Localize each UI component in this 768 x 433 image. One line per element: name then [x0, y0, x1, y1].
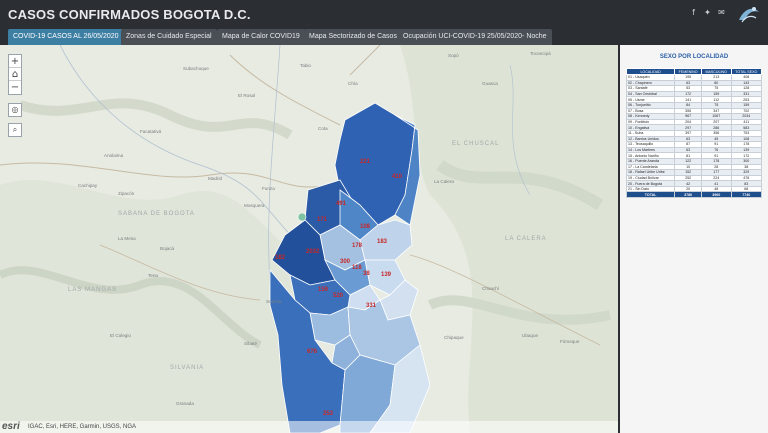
cases-by-sex-table: LOCALIDAD FEMENINO MASCULINO TOTAL SEXO …: [625, 68, 762, 199]
map-canvas: 221 410 171 491 108 178 183 2032 300 118…: [0, 45, 618, 433]
locality-label: 139: [381, 272, 392, 278]
place-label: Bojacá: [160, 246, 174, 251]
locate-icon[interactable]: ◎: [8, 103, 22, 117]
tab-bar: COVID-19 CASOS AL 26/05/2020 Zonas de Cu…: [0, 28, 768, 45]
locality-label: 183: [377, 239, 388, 245]
place-label: Ubaque: [522, 333, 539, 338]
sidebar-panel: SEXO POR LOCALIDAD LOCALIDAD FEMENINO MA…: [618, 45, 768, 433]
home-icon[interactable]: ⌂: [9, 68, 21, 81]
place-label: Tena: [148, 273, 158, 278]
place-label: Sibaté: [244, 341, 257, 346]
place-label: Guasca: [482, 81, 498, 86]
region-label: LA CALERA: [505, 236, 547, 242]
twitter-icon[interactable]: ✦: [703, 8, 712, 17]
place-label: Facatativá: [140, 129, 162, 134]
locality-label: 253: [323, 411, 334, 417]
locality-label: 520: [333, 293, 344, 299]
tab-mapa-sectorizado[interactable]: Mapa Sectorizado de Casos: [304, 29, 402, 45]
place-label: Zipacón: [118, 191, 135, 196]
place-label: Cota: [318, 126, 328, 131]
esri-logo: esri: [2, 421, 20, 432]
place-label: Funza: [262, 186, 275, 191]
place-label: Choachí: [482, 286, 500, 291]
app-logo: [739, 7, 759, 23]
place-label: Tocancipá: [530, 51, 551, 56]
table-total-row: TOTAL 3780 3960 7740: [625, 191, 762, 199]
place-label: Mosquera: [244, 203, 265, 208]
social-links: f ✦ ✉: [689, 8, 726, 17]
locality-label: 2032: [306, 249, 320, 255]
place-label: Granada: [176, 401, 194, 406]
sidebar-title: SEXO POR LOCALIDAD: [659, 54, 729, 60]
region-label: SILVANIA: [170, 365, 204, 371]
place-label: Tabio: [300, 63, 311, 68]
place-label: Sopó: [448, 53, 459, 58]
place-label: Madrid: [208, 176, 222, 181]
page-title: CASOS CONFIRMADOS BOGOTA D.C.: [8, 7, 251, 22]
locality-label: 178: [352, 243, 363, 249]
region-label: LAS MANGAS: [68, 287, 117, 293]
map-view[interactable]: 221 410 171 491 108 178 183 2032 300 118…: [0, 45, 618, 433]
place-label: Anolaima: [104, 153, 124, 158]
locality-label: 159: [318, 287, 329, 293]
locality-label: 38: [363, 271, 370, 277]
app-header: CASOS CONFIRMADOS BOGOTA D.C. f ✦ ✉: [0, 0, 768, 28]
place-label: El Rosal: [238, 93, 255, 98]
locality-label: 108: [360, 224, 371, 230]
table-cell: 3780: [674, 191, 702, 199]
locality-label: 221: [360, 159, 371, 165]
locality-label: 410: [392, 174, 403, 180]
zoom-control: + ⌂ −: [8, 54, 22, 95]
table-cell: 3960: [700, 191, 732, 199]
region-label: SABANA DE BOGOTA: [118, 211, 195, 217]
region-label: EL CHUSCAL: [452, 141, 499, 147]
tab-ocupacion-uci[interactable]: Ocupación UCI-COVID-19 25/05/2020- Noche: [398, 29, 552, 45]
place-label: Fómeque: [560, 339, 580, 344]
place-label: El Colegio: [110, 333, 131, 338]
locality-label: 491: [336, 201, 347, 207]
place-label: Chipaque: [444, 335, 464, 340]
table-cell: TOTAL: [625, 191, 676, 199]
facebook-icon[interactable]: f: [689, 8, 698, 17]
table-cell: 7740: [730, 191, 762, 199]
place-label: La Calera: [434, 179, 454, 184]
tab-covid-casos[interactable]: COVID-19 CASOS AL 26/05/2020: [8, 29, 124, 45]
locality-label: 331: [366, 303, 377, 309]
email-icon[interactable]: ✉: [717, 8, 726, 17]
place-label: Soacha: [266, 299, 282, 304]
map-attribution: IGAC, Esri, HERE, Garmin, USGS, NGA: [0, 421, 618, 433]
place-label: Cachipay: [78, 183, 98, 188]
attribution-text: IGAC, Esri, HERE, Garmin, USGS, NGA: [28, 424, 137, 430]
tab-mapa-calor[interactable]: Mapa de Calor COVID19: [217, 29, 305, 45]
tab-zonas-cuidado[interactable]: Zonas de Cuidado Especial: [121, 29, 217, 45]
zoom-out-button[interactable]: −: [9, 81, 21, 94]
place-label: Subachoque: [183, 66, 209, 71]
place-label: Chía: [348, 81, 358, 86]
locality-label: 182: [275, 255, 286, 261]
locality-label: 118: [352, 265, 362, 271]
locality-label: 300: [340, 259, 351, 265]
search-icon[interactable]: ⌕: [8, 123, 22, 137]
zoom-in-button[interactable]: +: [9, 55, 21, 68]
place-label: La Mesa: [118, 236, 136, 241]
locality-label: 171: [317, 217, 328, 223]
locality-label: 676: [307, 349, 318, 355]
